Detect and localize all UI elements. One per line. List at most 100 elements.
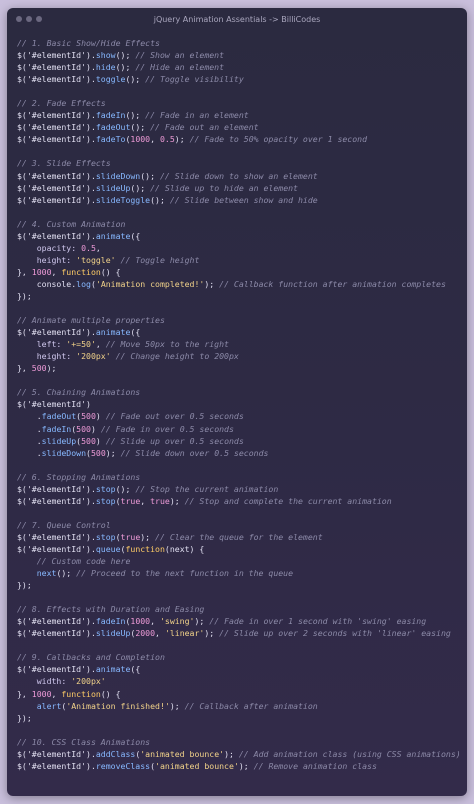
- code-token: height:: [17, 351, 77, 362]
- code-token: slideToggle: [95, 194, 151, 205]
- code-token: // Slide between show and hide: [169, 194, 318, 205]
- code-line: .fadeOut(500) // Fade out over 0.5 secon…: [17, 410, 461, 422]
- code-token: $('#elementId').: [17, 543, 96, 554]
- code-token: 500: [90, 447, 106, 458]
- code-token: fadeOut: [95, 122, 131, 133]
- code-token: ({: [130, 230, 141, 241]
- code-token: $('#elementId').: [17, 74, 96, 85]
- code-token: // Fade out an element: [150, 122, 259, 133]
- code-line: // 2. Fade Effects: [17, 97, 461, 109]
- code-token: 1000: [130, 134, 151, 145]
- code-token: // Fade in over 1 second with 'swing' ea…: [209, 616, 427, 627]
- code-token: slideUp: [41, 435, 77, 446]
- code-token: queue: [95, 543, 121, 554]
- maximize-button[interactable]: [36, 16, 42, 22]
- code-block: // 1. Basic Show/Hide Effects $('#element…: [17, 37, 461, 772]
- close-button[interactable]: [16, 16, 22, 22]
- minimize-button[interactable]: [26, 16, 32, 22]
- code-token: opacity:: [17, 242, 82, 253]
- code-line: $('#elementId'): [17, 398, 461, 410]
- code-token: // 1. Basic Show/Hide Effects: [17, 38, 160, 48]
- code-token: '200px': [71, 676, 106, 687]
- code-token: animate: [95, 327, 131, 338]
- code-token: ();: [130, 182, 151, 193]
- code-token: ();: [125, 110, 146, 121]
- code-token: // 9. Callbacks and Completion: [17, 652, 165, 663]
- code-token: 'Animation completed!': [95, 278, 205, 289]
- code-token: .: [17, 447, 42, 458]
- code-line: // 9. Callbacks and Completion: [17, 651, 461, 663]
- code-token: // 8. Effects with Duration and Easing: [17, 604, 205, 615]
- code-line: });: [17, 290, 461, 302]
- code-line: $('#elementId').stop(true, true); // Sto…: [17, 495, 461, 507]
- code-token: '+=50': [66, 339, 96, 350]
- code-token: // Hide an element: [135, 62, 225, 73]
- code-token: 1000: [31, 688, 52, 699]
- code-line: // 10. CSS Class Animations: [17, 736, 461, 748]
- code-line: $('#elementId').slideToggle(); // Slide …: [17, 194, 461, 206]
- code-token: '200px': [76, 351, 111, 362]
- code-token: ();: [130, 122, 151, 133]
- code-token: 'linear': [164, 628, 205, 639]
- code-token: true: [150, 495, 170, 506]
- code-token: width:: [17, 676, 72, 687]
- code-token: fadeIn: [95, 616, 126, 627]
- code-token: fadeIn: [41, 423, 72, 434]
- code-line: width: '200px': [17, 675, 461, 687]
- code-token: slideUp: [95, 182, 131, 193]
- code-token: );: [105, 447, 121, 458]
- code-token: $('#elementId').: [17, 182, 96, 193]
- code-line: $('#elementId').slideUp(2000, 'linear');…: [17, 627, 461, 639]
- code-line: .slideUp(500) // Slide up over 0.5 secon…: [17, 435, 461, 447]
- code-token: );: [169, 495, 185, 506]
- code-line: });: [17, 579, 461, 591]
- code-token: $('#elementId').: [17, 495, 96, 506]
- code-token: 'Animation finished!': [66, 700, 170, 711]
- code-token: // 10. CSS Class Animations: [17, 736, 151, 747]
- code-token: 500: [81, 411, 96, 422]
- code-token: $('#elementId').: [17, 122, 96, 133]
- code-token: );: [140, 531, 156, 542]
- code-token: 'animated bounce': [155, 760, 239, 771]
- code-token: $('#elementId').: [17, 62, 96, 73]
- code-token: slideUp: [95, 628, 131, 639]
- code-token: 1000: [130, 616, 151, 627]
- code-token: $('#elementId').: [17, 760, 96, 771]
- code-token: // Callback function after animation com…: [219, 278, 446, 289]
- code-token: // Change height to 200px: [115, 351, 239, 362]
- code-token: // Clear the queue for the element: [155, 531, 323, 542]
- code-token: fadeOut: [41, 411, 77, 422]
- code-token: // Show an element: [135, 50, 225, 61]
- code-line: $('#elementId').addClass('animated bounc…: [17, 748, 461, 760]
- code-token: alert: [36, 700, 62, 711]
- code-token: ();: [115, 50, 136, 61]
- code-token: // 6. Stopping Animations: [17, 471, 141, 482]
- code-token: height:: [17, 254, 77, 265]
- code-line: $('#elementId').animate({: [17, 230, 461, 242]
- code-token: $('#elementId').: [17, 748, 96, 759]
- code-line: next(); // Proceed to the next function …: [17, 567, 461, 579]
- code-token: 'toggle': [76, 254, 116, 265]
- code-token: next: [36, 568, 57, 579]
- code-token: );: [238, 760, 254, 771]
- code-token: // Fade out over 0.5 seconds: [105, 411, 244, 422]
- code-line: // Custom code here: [17, 555, 461, 567]
- code-line: $('#elementId').slideDown(); // Slide do…: [17, 170, 461, 182]
- code-token: );: [169, 700, 185, 711]
- code-token: 2000: [135, 628, 156, 639]
- code-line: opacity: 0.5,: [17, 242, 461, 254]
- code-token: ,: [150, 134, 160, 145]
- code-token: $('#elementId').: [17, 483, 96, 494]
- code-token: $('#elementId').: [17, 134, 96, 145]
- code-token: show: [95, 50, 116, 61]
- code-token: slideDown: [41, 447, 87, 458]
- code-token: ();: [56, 568, 77, 579]
- code-token: );: [194, 616, 210, 627]
- code-token: ,: [95, 242, 101, 253]
- code-token: 'animated bounce': [140, 748, 225, 759]
- code-token: ({: [130, 664, 141, 675]
